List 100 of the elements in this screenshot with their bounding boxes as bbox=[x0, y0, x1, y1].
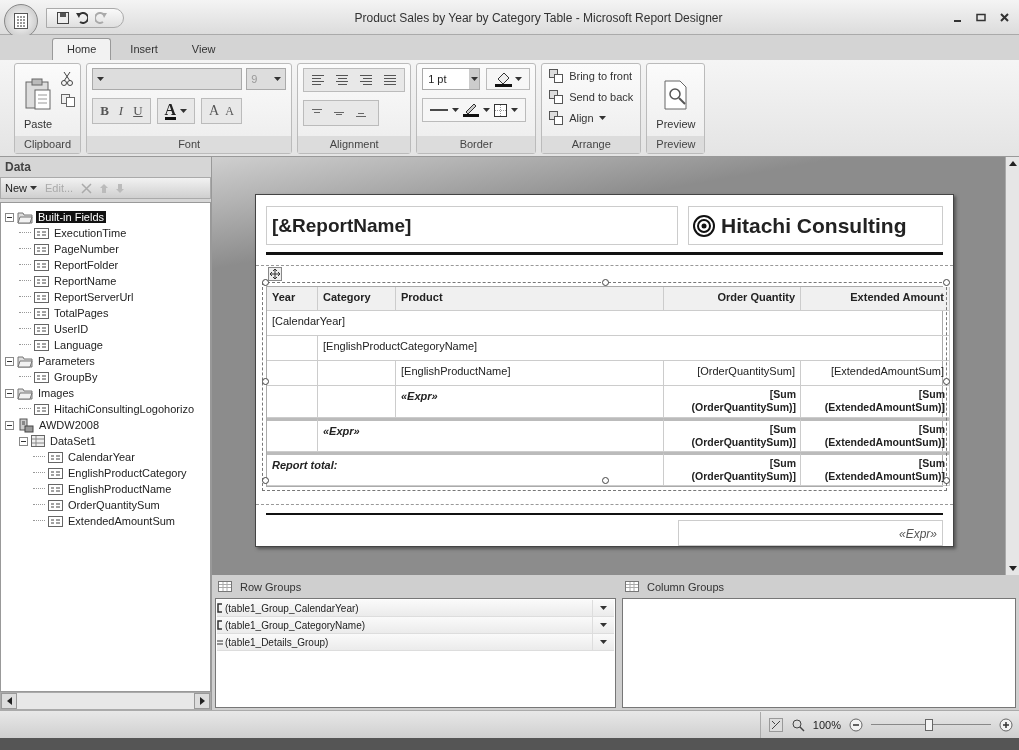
copy-icon[interactable] bbox=[61, 94, 76, 107]
selection-handle[interactable] bbox=[943, 378, 950, 385]
align-left-icon[interactable] bbox=[311, 75, 326, 85]
zoom-out-icon[interactable] bbox=[849, 717, 863, 732]
preview-button[interactable]: Preview bbox=[652, 68, 700, 132]
dropdown-icon bbox=[600, 606, 607, 610]
selection-handle[interactable] bbox=[602, 477, 609, 484]
tree-item[interactable]: GroupBy bbox=[52, 371, 100, 383]
field-icon bbox=[34, 339, 49, 351]
field-icon bbox=[48, 483, 63, 495]
server-icon bbox=[17, 417, 34, 433]
ribbon-tab[interactable]: Insert bbox=[115, 38, 173, 60]
tree-item[interactable]: PageNumber bbox=[52, 243, 121, 255]
border-icon[interactable] bbox=[494, 103, 508, 117]
tree-item[interactable]: ExtendedAmountSum bbox=[66, 515, 177, 527]
collapse-icon[interactable] bbox=[19, 436, 28, 446]
application-button[interactable] bbox=[4, 3, 38, 38]
collapse-icon[interactable] bbox=[5, 356, 14, 366]
justify-icon[interactable] bbox=[383, 75, 398, 85]
paste-button[interactable]: Paste bbox=[20, 68, 57, 132]
tree-item[interactable]: Parameters bbox=[36, 355, 97, 367]
grow-font-button[interactable]: A bbox=[209, 103, 220, 119]
folder-icon bbox=[17, 386, 33, 400]
maximize-icon[interactable] bbox=[976, 13, 986, 22]
table-cell: [Sum (ExtendedAmountSum)] bbox=[801, 452, 950, 486]
footer-textbox[interactable]: «Expr» bbox=[678, 520, 943, 546]
scroll-left-icon[interactable] bbox=[6, 697, 12, 705]
zoom-slider[interactable] bbox=[871, 718, 991, 731]
column-header: Extended Amount bbox=[801, 287, 950, 311]
move-handle-icon[interactable] bbox=[268, 267, 282, 281]
group-row[interactable]: (table1_Group_CalendarYear) bbox=[217, 600, 614, 617]
pen-icon[interactable] bbox=[463, 103, 480, 117]
close-icon[interactable] bbox=[1000, 13, 1009, 22]
folder-icon bbox=[17, 354, 33, 368]
company-logo[interactable]: Hitachi Consulting bbox=[688, 206, 943, 245]
selection-handle[interactable] bbox=[602, 279, 609, 286]
collapse-icon[interactable] bbox=[5, 388, 14, 398]
bold-button[interactable]: B bbox=[100, 103, 109, 119]
field-icon bbox=[34, 371, 49, 383]
underline-button[interactable]: U bbox=[133, 103, 143, 119]
preview-view-icon[interactable] bbox=[790, 717, 805, 732]
line-style-icon[interactable] bbox=[430, 108, 449, 112]
fill-color-icon[interactable] bbox=[494, 71, 513, 87]
tree-item[interactable]: EnglishProductCategory bbox=[66, 467, 189, 479]
group-row[interactable]: (table1_Details_Group) bbox=[217, 634, 614, 651]
tree-item[interactable]: ExecutionTime bbox=[52, 227, 129, 239]
report-title[interactable]: [&ReportName] bbox=[266, 206, 678, 245]
horizontal-scrollbar[interactable] bbox=[0, 692, 211, 710]
border-width-field[interactable]: 1 pt bbox=[422, 68, 481, 90]
scroll-down-icon[interactable] bbox=[1008, 566, 1017, 571]
dropdown-icon bbox=[600, 640, 607, 644]
selection-handle[interactable] bbox=[943, 279, 950, 286]
collapse-icon[interactable] bbox=[5, 420, 14, 430]
caret-icon bbox=[180, 109, 188, 113]
selection-handle[interactable] bbox=[262, 378, 269, 385]
tree-item[interactable]: DataSet1 bbox=[48, 435, 98, 447]
shrink-font-button[interactable]: A bbox=[225, 103, 234, 119]
selection-handle[interactable] bbox=[943, 477, 950, 484]
table-cell bbox=[267, 361, 318, 386]
tree-item[interactable]: Language bbox=[52, 339, 105, 351]
tree-item[interactable]: ReportName bbox=[52, 275, 119, 287]
dropdown-icon bbox=[600, 623, 607, 627]
tree-item[interactable]: OrderQuantitySum bbox=[66, 499, 162, 511]
zoom-in-icon[interactable] bbox=[999, 717, 1013, 732]
vertical-scrollbar[interactable] bbox=[1005, 157, 1019, 575]
tree-item[interactable]: EnglishProductName bbox=[66, 483, 174, 495]
save-icon[interactable] bbox=[57, 11, 69, 24]
target-logo-icon bbox=[693, 214, 715, 237]
align-center-icon[interactable] bbox=[335, 75, 350, 85]
selection-handle[interactable] bbox=[262, 477, 269, 484]
cut-icon[interactable] bbox=[61, 72, 74, 86]
ribbon-tab[interactable]: View bbox=[176, 38, 231, 60]
undo-icon[interactable] bbox=[76, 11, 88, 24]
bring-to-front-button[interactable]: Bring to front bbox=[547, 68, 636, 84]
ribbon-tab[interactable]: Home bbox=[52, 38, 112, 60]
tree-item[interactable]: Built-in Fields bbox=[36, 211, 107, 223]
group-row[interactable]: (table1_Group_CategoryName) bbox=[217, 617, 614, 634]
font-color-button[interactable]: A bbox=[156, 98, 196, 124]
collapse-icon[interactable] bbox=[5, 212, 14, 222]
tree-item[interactable]: AWDW2008 bbox=[37, 419, 102, 431]
tree-item[interactable]: Images bbox=[36, 387, 77, 399]
field-icon bbox=[34, 259, 49, 271]
new-button[interactable]: New bbox=[5, 182, 37, 194]
send-to-back-button[interactable]: Send to back bbox=[547, 89, 636, 105]
slider-thumb[interactable] bbox=[924, 718, 933, 731]
tree-item[interactable]: HitachiConsultingLogohorizo bbox=[52, 403, 197, 415]
align-right-icon[interactable] bbox=[359, 75, 374, 85]
tree-item[interactable]: CalendarYear bbox=[66, 451, 137, 463]
scroll-right-icon[interactable] bbox=[199, 697, 205, 705]
scroll-up-icon[interactable] bbox=[1008, 161, 1017, 166]
design-view-icon[interactable] bbox=[768, 717, 783, 732]
align-button[interactable]: Align bbox=[547, 110, 636, 126]
fill-color-button[interactable] bbox=[486, 68, 531, 90]
field-icon bbox=[34, 323, 49, 335]
caret-icon bbox=[515, 77, 523, 81]
italic-button[interactable]: I bbox=[118, 103, 124, 119]
tree-item[interactable]: UserID bbox=[52, 323, 91, 335]
tree-item[interactable]: ReportFolder bbox=[52, 259, 121, 271]
tree-item[interactable]: ReportServerUrl bbox=[52, 291, 136, 303]
tree-item[interactable]: TotalPages bbox=[52, 307, 111, 319]
